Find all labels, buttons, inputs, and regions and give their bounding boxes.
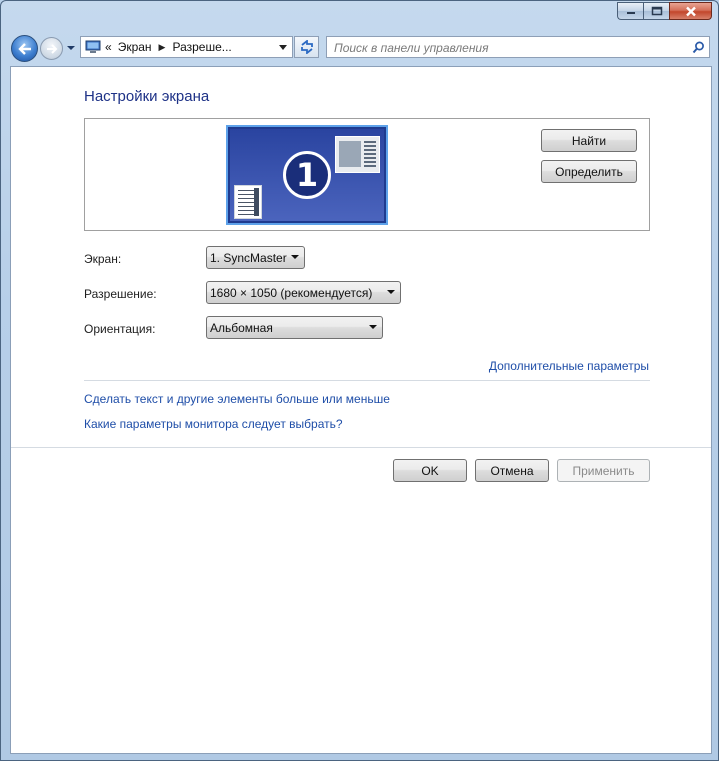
ok-button[interactable]: OK bbox=[393, 459, 467, 482]
document-thumbnail-icon bbox=[234, 185, 262, 219]
chevron-down-icon bbox=[369, 325, 377, 329]
apply-button[interactable]: Применить bbox=[557, 459, 650, 482]
window-thumbnail-icon bbox=[335, 136, 380, 173]
close-icon bbox=[685, 6, 696, 16]
refresh-button[interactable] bbox=[294, 36, 319, 58]
monitor-number-badge: 1 bbox=[283, 151, 331, 199]
cancel-button[interactable]: Отмена bbox=[475, 459, 549, 482]
arrow-right-icon bbox=[46, 43, 57, 54]
advanced-settings-link[interactable]: Дополнительные параметры bbox=[489, 359, 649, 373]
address-dropdown-button[interactable] bbox=[274, 37, 292, 57]
monitor-help-link[interactable]: Какие параметры монитора следует выбрать… bbox=[84, 417, 343, 431]
display-select-value: 1. SyncMaster bbox=[210, 251, 287, 265]
chevron-down-icon bbox=[291, 255, 299, 259]
monitor-1-thumbnail[interactable]: 1 bbox=[226, 125, 388, 225]
identify-button[interactable]: Определить bbox=[541, 160, 637, 183]
arrow-left-icon bbox=[17, 42, 31, 55]
back-button[interactable] bbox=[11, 35, 38, 62]
address-bar[interactable]: « Экран ▶ Разреше... bbox=[80, 36, 293, 58]
caption-buttons bbox=[617, 2, 712, 20]
content-panel: Настройки экрана 1 Найти Определить Экра… bbox=[10, 66, 712, 754]
orientation-select[interactable]: Альбомная bbox=[206, 316, 383, 339]
chevron-down-icon bbox=[387, 290, 395, 294]
text-size-link[interactable]: Сделать текст и другие элементы больше и… bbox=[84, 392, 390, 406]
maximize-button[interactable] bbox=[643, 2, 669, 20]
resolution-select-value: 1680 × 1050 (рекомендуется) bbox=[210, 286, 373, 300]
footer-divider bbox=[11, 447, 711, 448]
resolution-select[interactable]: 1680 × 1050 (рекомендуется) bbox=[206, 281, 401, 304]
orientation-select-value: Альбомная bbox=[210, 321, 273, 335]
monitor-preview-area: 1 Найти Определить bbox=[84, 118, 650, 231]
orientation-label: Ориентация: bbox=[84, 322, 156, 336]
display-select[interactable]: 1. SyncMaster bbox=[206, 246, 305, 269]
breadcrumb-overflow[interactable]: « bbox=[105, 40, 112, 54]
history-dropdown-icon[interactable] bbox=[66, 43, 76, 53]
breadcrumb-resolution[interactable]: Разреше... bbox=[172, 40, 231, 54]
minimize-icon bbox=[626, 12, 635, 14]
refresh-icon bbox=[300, 40, 313, 54]
breadcrumb-display[interactable]: Экран bbox=[118, 40, 152, 54]
search-box[interactable]: Поиск в панели управления bbox=[326, 36, 710, 58]
search-icon[interactable] bbox=[692, 41, 705, 54]
close-button[interactable] bbox=[669, 2, 712, 20]
divider bbox=[84, 380, 650, 381]
forward-button[interactable] bbox=[40, 37, 63, 60]
resolution-label: Разрешение: bbox=[84, 287, 157, 301]
page-title: Настройки экрана bbox=[84, 88, 210, 105]
minimize-button[interactable] bbox=[617, 2, 643, 20]
maximize-icon bbox=[651, 6, 662, 16]
search-placeholder: Поиск в панели управления bbox=[334, 41, 489, 55]
detect-button[interactable]: Найти bbox=[541, 129, 637, 152]
display-label: Экран: bbox=[84, 252, 122, 266]
breadcrumb-chevron-icon[interactable]: ▶ bbox=[159, 42, 166, 53]
control-panel-icon bbox=[85, 40, 101, 53]
window-frame: « Экран ▶ Разреше... Поиск в панели упра… bbox=[0, 0, 719, 761]
chevron-down-icon bbox=[279, 44, 287, 50]
